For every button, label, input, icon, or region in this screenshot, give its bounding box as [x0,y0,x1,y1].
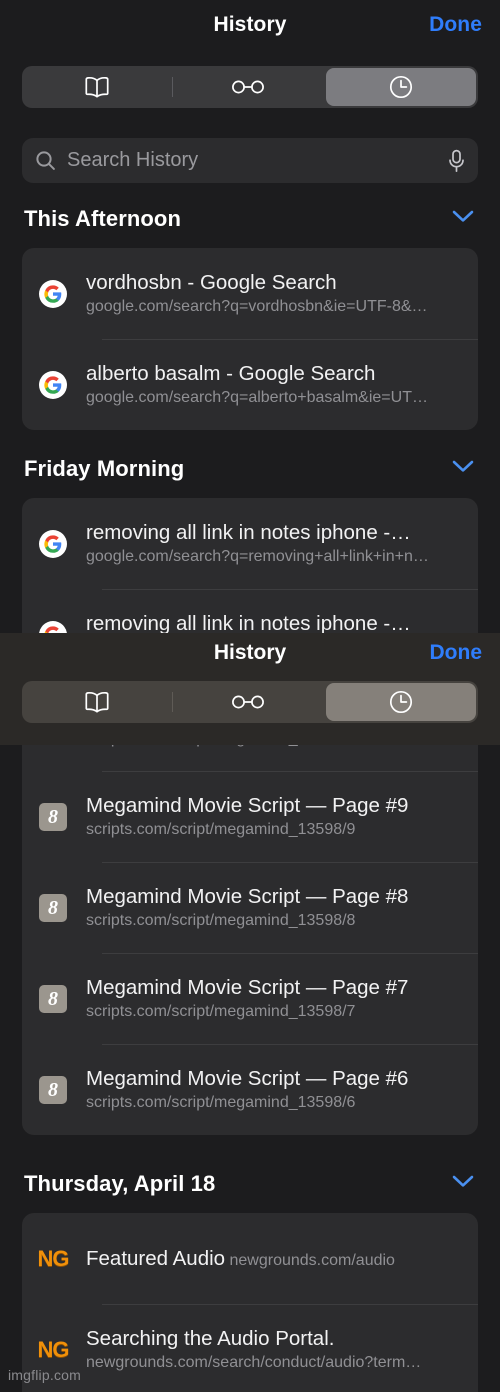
table-row[interactable]: NG Featured Audio newgrounds.com/audio [22,1213,478,1304]
section-header-friday-morning: Friday Morning [0,446,500,492]
row-url: google.com/search?q=alberto+basalm&ie=UT… [86,389,428,406]
table-row[interactable]: 8 Megamind Movie Script — Page #9 script… [22,771,478,862]
history-card-friday-morning: removing all link in notes iphone -… goo… [22,498,478,1135]
section-title: This Afternoon [24,206,182,231]
segment-bookmarks[interactable] [22,66,172,108]
search-history-field[interactable]: Search History [22,138,478,183]
done-button[interactable]: Done [429,13,482,37]
scripts-icon-glyph: 8 [39,802,67,831]
row-title: Megamind Movie Script — Page #7 [86,976,409,999]
table-row[interactable]: 8 Megamind Movie Script — Page #7 script… [22,953,478,1044]
page-title: History [213,13,287,36]
search-input[interactable]: Search History [67,149,448,172]
row-text: Megamind Movie Script — Page #9 scripts.… [86,793,464,840]
segment-history[interactable] [325,68,476,106]
row-title: removing all link in notes iphone -… [86,612,411,635]
search-icon [35,150,56,171]
book-icon [83,76,111,98]
microphone-icon[interactable] [448,149,465,173]
row-title: Megamind Movie Script — Page #6 [86,1067,409,1090]
row-url: scripts.com/script/megamind_13598/9 [86,821,356,838]
row-title: Featured Audio [86,1246,226,1270]
row-text: vordhosbn - Google Search google.com/sea… [86,270,464,317]
scripts-icon-glyph: 8 [39,984,67,1013]
row-text: Featured Audio newgrounds.com/audio [86,1246,464,1272]
row-url: newgrounds.com/search/conduct/audio?term… [86,1354,422,1371]
chevron-down-icon[interactable] [452,460,474,478]
library-segmented-control[interactable] [22,66,478,108]
row-title: Searching the Audio Portal. [86,1327,335,1350]
history-card-thursday-april-18: NG Featured Audio newgrounds.com/audio N… [22,1213,478,1392]
row-text: Searching the Audio Portal. newgrounds.c… [86,1326,464,1373]
table-row[interactable]: alberto basalm - Google Search google.co… [22,339,478,430]
history-list[interactable]: This Afternoon vordhosbn - Google Search… [0,196,500,1392]
history-card-this-afternoon: vordhosbn - Google Search google.com/sea… [22,248,478,430]
row-title: vordhosbn - Google Search [86,271,337,294]
section-header-thursday-april-18: Thursday, April 18 [0,1161,500,1207]
book-icon [83,691,111,713]
row-title: alberto basalm - Google Search [86,362,376,385]
newgrounds-icon: NG [37,1244,70,1274]
row-text: alberto basalm - Google Search google.co… [86,361,464,408]
row-title: Megamind Movie Script — Page #9 [86,794,409,817]
overlay-library-segmented-control[interactable] [22,681,478,723]
row-url: scripts.com/script/megamind_13598/6 [86,1094,356,1111]
row-text: removing all link in notes iphone -… goo… [86,520,464,567]
chevron-down-icon[interactable] [452,210,474,228]
scripts-icon-glyph: 8 [39,1075,67,1104]
table-row[interactable]: removing all link in notes iphone -… goo… [22,498,478,589]
overlay-segment-bookmarks[interactable] [22,681,172,723]
scripts-icon: 8 [38,1075,68,1105]
scripts-icon-glyph: 8 [39,893,67,922]
scripts-icon: 8 [38,802,68,832]
section-header-this-afternoon: This Afternoon [0,196,500,242]
table-row[interactable]: NG Searching the Audio Portal. newground… [22,1304,478,1392]
newgrounds-icon-glyph: NG [37,1336,70,1362]
clock-icon [388,689,414,715]
segment-reading-list[interactable] [173,66,323,108]
safari-history-screen: History Done Search History This Afterno… [0,0,500,1392]
glasses-icon [231,79,265,95]
overlay-duplicate-header: History Done [0,633,500,745]
newgrounds-icon-glyph: NG [37,1245,70,1271]
navigation-bar: History Done [0,0,500,52]
table-row[interactable]: 8 Megamind Movie Script — Page #6 script… [22,1044,478,1135]
overlay-page-title: History [213,641,287,664]
row-url: newgrounds.com/audio [229,1251,395,1269]
clock-icon [388,74,414,100]
table-row[interactable]: vordhosbn - Google Search google.com/sea… [22,248,478,339]
row-url: scripts.com/script/megamind_13598/7 [86,1003,356,1020]
row-title: Megamind Movie Script — Page #8 [86,885,409,908]
row-url: google.com/search?q=removing+all+link+in… [86,548,429,565]
chevron-down-icon[interactable] [452,1175,474,1193]
row-url: google.com/search?q=vordhosbn&ie=UTF-8&… [86,298,428,315]
overlay-segment-reading-list[interactable] [173,681,323,723]
newgrounds-icon: NG [37,1335,70,1365]
scripts-icon: 8 [38,893,68,923]
row-text: Megamind Movie Script — Page #7 scripts.… [86,975,464,1022]
glasses-icon [231,694,265,710]
table-row[interactable]: 8 Megamind Movie Script — Page #8 script… [22,862,478,953]
row-text: Megamind Movie Script — Page #8 scripts.… [86,884,464,931]
scripts-icon: 8 [38,984,68,1014]
google-icon [38,370,68,400]
row-title: removing all link in notes iphone -… [86,521,411,544]
google-icon [38,279,68,309]
section-title: Thursday, April 18 [24,1171,216,1196]
row-url: scripts.com/script/megamind_13598/8 [86,912,356,929]
overlay-segment-history[interactable] [325,683,476,721]
overlay-done-button[interactable]: Done [430,641,483,665]
section-title: Friday Morning [24,456,185,481]
row-text: Megamind Movie Script — Page #6 scripts.… [86,1066,464,1113]
google-icon [38,529,68,559]
